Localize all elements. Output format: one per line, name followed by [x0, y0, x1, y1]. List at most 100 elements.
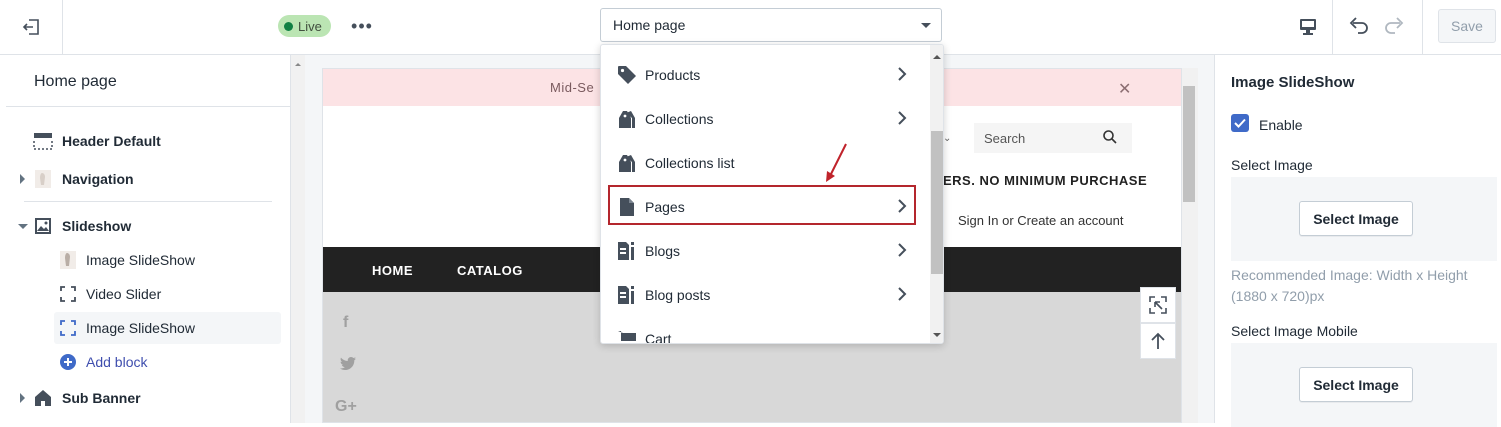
- enable-checkbox[interactable]: [1231, 114, 1249, 132]
- close-icon[interactable]: ✕: [1118, 79, 1131, 99]
- menu-item-blog-posts[interactable]: Blog posts: [601, 273, 929, 317]
- dropdown-scrollbar-thumb[interactable]: [931, 131, 943, 274]
- block-placeholder-icon: [58, 318, 78, 338]
- exit-icon: [22, 18, 40, 36]
- chevron-down-icon[interactable]: ⌄: [943, 133, 951, 144]
- undo-button[interactable]: [1346, 14, 1370, 38]
- mobile-image-picker-area: Select Image: [1231, 343, 1497, 427]
- plus-circle-icon: [58, 352, 78, 372]
- recommended-size-hint: Recommended Image: Width x Height (1880 …: [1231, 267, 1468, 304]
- collections-list-icon: [617, 153, 637, 173]
- live-label: Live: [298, 18, 322, 34]
- menu-item-collections-list[interactable]: Collections list: [601, 141, 929, 185]
- page-select-value: Home page: [613, 17, 686, 33]
- menu-item-label: Collections list: [645, 155, 735, 171]
- panel-title: Image SlideShow: [1231, 74, 1355, 91]
- menu-item-label: Products: [645, 67, 701, 83]
- sidebar-item-label: Navigation: [62, 171, 134, 187]
- expand-arrow-icon[interactable]: [20, 393, 25, 403]
- block-label: Image SlideShow: [86, 320, 195, 336]
- home-icon: [33, 388, 53, 408]
- sidebar-item-label: Header Default: [62, 133, 161, 149]
- scroll-up-arrow-icon[interactable]: [933, 55, 941, 59]
- sidebar-block-image-slideshow-selected[interactable]: Image SlideShow: [0, 311, 290, 345]
- toolbar-divider: [1422, 0, 1423, 54]
- block-placeholder-icon: [58, 284, 78, 304]
- search-icon: [1102, 129, 1118, 145]
- sidebar-block-image-slideshow[interactable]: Image SlideShow: [0, 243, 290, 277]
- sidebar-scrollbar[interactable]: [291, 55, 305, 423]
- announcement-text: Mid-Se: [550, 80, 595, 95]
- menu-item-collections[interactable]: Collections: [601, 97, 929, 141]
- store-search-input[interactable]: Search: [974, 123, 1132, 153]
- live-dot-icon: [284, 21, 293, 31]
- add-block-button[interactable]: Add block: [0, 345, 290, 379]
- blog-post-icon: [617, 285, 637, 305]
- twitter-icon[interactable]: [339, 356, 357, 372]
- select-image-mobile-button[interactable]: Select Image: [1299, 367, 1413, 402]
- menu-item-blogs[interactable]: Blogs: [601, 229, 929, 273]
- section-inspect-button[interactable]: [1140, 287, 1176, 323]
- sidebar-item-slideshow[interactable]: Slideshow: [0, 209, 290, 243]
- signin-link[interactable]: Sign In or Create an account: [958, 213, 1124, 228]
- sidebar-block-video-slider[interactable]: Video Slider: [0, 277, 290, 311]
- google-plus-icon[interactable]: G+: [335, 398, 357, 416]
- annotation-arrow-icon: [820, 142, 850, 184]
- block-label: Image SlideShow: [86, 252, 195, 268]
- menu-item-products[interactable]: Products: [601, 53, 929, 97]
- sidebar-item-navigation[interactable]: Navigation: [0, 162, 290, 196]
- image-section-icon: [33, 216, 53, 236]
- menu-item-label: Cart: [645, 331, 672, 344]
- sections-sidebar: Home page Header Default Navigation Slid…: [0, 55, 291, 423]
- menu-item-label: Blog posts: [645, 287, 711, 303]
- menu-item-label: Collections: [645, 111, 714, 127]
- desktop-view-button[interactable]: [1284, 0, 1333, 54]
- image-thumbnail-icon: [58, 250, 78, 270]
- header-section-icon: [33, 131, 53, 151]
- image-picker-area: Select Image: [1231, 177, 1497, 261]
- select-image-label: Select Image: [1231, 157, 1313, 173]
- navigation-thumbnail-icon: [33, 169, 53, 189]
- pages-highlight-annotation: [608, 185, 916, 225]
- menu-item-cart[interactable]: Cart: [601, 317, 929, 344]
- save-button[interactable]: Save: [1438, 9, 1496, 43]
- more-actions-button[interactable]: •••: [349, 14, 375, 38]
- enable-label: Enable: [1259, 117, 1303, 133]
- nav-catalog-link[interactable]: CATALOG: [457, 263, 523, 278]
- page-select-dropdown[interactable]: Home page: [600, 8, 942, 42]
- promo-text: ERS. NO MINIMUM PURCHASE: [943, 173, 1148, 188]
- sidebar-item-label: Sub Banner: [62, 390, 141, 406]
- nav-home-link[interactable]: HOME: [372, 263, 413, 278]
- collections-icon: [617, 109, 637, 129]
- scroll-down-arrow-icon[interactable]: [933, 333, 941, 337]
- redo-icon: [1384, 16, 1406, 36]
- inspect-icon: [1149, 296, 1167, 314]
- tag-icon: [617, 65, 637, 85]
- redo-button[interactable]: [1383, 14, 1407, 38]
- chevron-right-icon: [897, 67, 907, 81]
- sidebar-item-sub-banner[interactable]: Sub Banner: [0, 381, 290, 415]
- undo-icon: [1347, 16, 1369, 36]
- more-icon: •••: [351, 15, 373, 36]
- divider: [6, 106, 290, 107]
- sidebar-item-label: Slideshow: [62, 218, 132, 234]
- cart-icon: [617, 329, 637, 343]
- expand-arrow-icon[interactable]: [20, 174, 25, 184]
- preview-scrollbar-thumb[interactable]: [1183, 86, 1195, 202]
- sidebar-item-header-default[interactable]: Header Default: [0, 124, 290, 158]
- add-block-label: Add block: [86, 354, 148, 370]
- caret-down-icon: [921, 23, 931, 28]
- arrow-up-icon: [1150, 332, 1166, 350]
- sidebar-title: Home page: [34, 73, 117, 90]
- checkmark-icon: [1234, 118, 1246, 128]
- facebook-icon[interactable]: f: [343, 314, 348, 332]
- collapse-arrow-icon[interactable]: [18, 224, 28, 229]
- scroll-to-top-button[interactable]: [1140, 323, 1176, 359]
- blog-icon: [617, 241, 637, 261]
- exit-button[interactable]: [0, 0, 63, 54]
- block-label: Video Slider: [86, 286, 162, 302]
- divider: [24, 201, 272, 202]
- search-placeholder: Search: [984, 131, 1026, 146]
- select-image-button[interactable]: Select Image: [1299, 201, 1413, 236]
- menu-item-label: Blogs: [645, 243, 681, 259]
